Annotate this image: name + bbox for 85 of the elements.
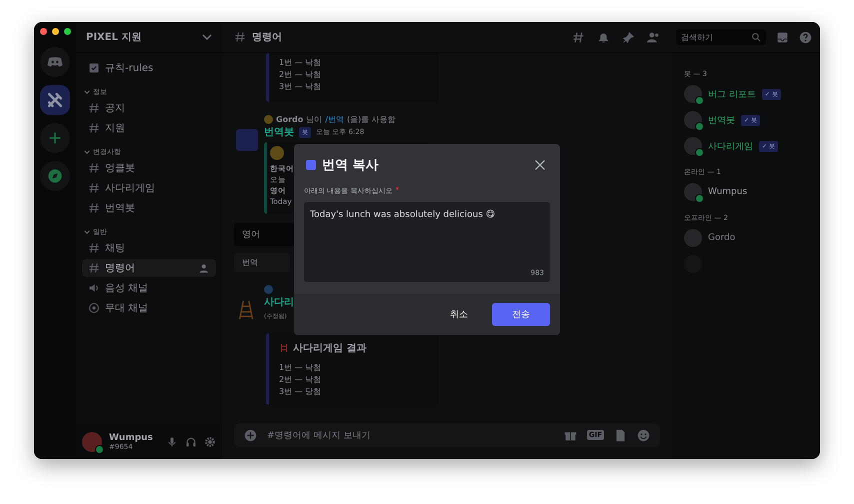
threads-icon[interactable] bbox=[572, 30, 585, 44]
bell-icon[interactable] bbox=[597, 30, 610, 44]
microphone-icon[interactable] bbox=[166, 436, 178, 448]
close-icon[interactable] bbox=[534, 159, 546, 171]
hash-icon bbox=[88, 122, 100, 134]
zoom-light-icon[interactable] bbox=[64, 28, 70, 35]
member-name[interactable]: 버그 리포트 bbox=[708, 88, 756, 100]
close-light-icon[interactable] bbox=[40, 28, 46, 35]
channel-item[interactable]: 지원 bbox=[82, 119, 216, 137]
chevron-icon[interactable] bbox=[84, 150, 90, 154]
channel-item[interactable]: 규칙-rules bbox=[82, 59, 216, 77]
chevron-icon[interactable] bbox=[84, 90, 90, 94]
channel-item[interactable]: 채팅 bbox=[82, 239, 216, 257]
add-member-icon[interactable] bbox=[199, 262, 210, 274]
command-link[interactable]: /번역 bbox=[325, 114, 344, 125]
avatar-icon bbox=[684, 137, 702, 155]
reply-text: 님이 bbox=[306, 114, 322, 125]
search-field[interactable]: 검색하기 bbox=[676, 29, 766, 45]
avatar-icon bbox=[684, 85, 702, 103]
reply-text: (을)를 사용함 bbox=[346, 114, 396, 125]
pin-icon[interactable] bbox=[622, 30, 635, 44]
channel-item[interactable]: 엉클봇 bbox=[82, 159, 216, 177]
chat-bubble-icon[interactable] bbox=[40, 47, 70, 77]
hash-icon bbox=[88, 182, 100, 194]
avatar-icon[interactable] bbox=[82, 432, 102, 452]
channel-item[interactable]: 무대 채널 bbox=[82, 299, 216, 317]
reply-user[interactable]: Gordo bbox=[276, 115, 304, 124]
embed-line: 3번 — 당첨 bbox=[279, 386, 322, 397]
translate-button[interactable]: 번역 bbox=[234, 253, 290, 272]
plus-icon[interactable] bbox=[244, 428, 257, 442]
compass-icon[interactable] bbox=[40, 161, 70, 191]
embed-title: 사다리게임 결과 bbox=[293, 342, 366, 355]
settings-icon[interactable] bbox=[204, 436, 216, 448]
hash-icon bbox=[88, 102, 100, 114]
embed-line: 2번 — 낙첨 bbox=[279, 69, 322, 80]
hash-icon bbox=[88, 202, 100, 214]
submit-button[interactable]: 전송 bbox=[492, 303, 550, 326]
search-icon bbox=[751, 32, 761, 42]
smiley-icon[interactable] bbox=[637, 428, 650, 442]
avatar-icon bbox=[684, 229, 702, 247]
translate-icon bbox=[236, 129, 258, 151]
user-name: Wumpus bbox=[109, 433, 154, 443]
ladder-icon bbox=[279, 343, 289, 353]
avatar-icon bbox=[684, 183, 702, 201]
hash-icon bbox=[88, 242, 100, 254]
headphones-icon[interactable] bbox=[185, 436, 197, 448]
embed-line: 3번 — 낙첨 bbox=[279, 81, 322, 92]
author-name[interactable]: 번역봇 bbox=[264, 125, 294, 139]
server-name[interactable]: PIXEL 지원 bbox=[86, 30, 142, 44]
help-icon[interactable] bbox=[799, 30, 812, 44]
chevron-icon[interactable] bbox=[84, 230, 90, 234]
member-name[interactable]: Gordo bbox=[708, 233, 736, 243]
tools-icon[interactable] bbox=[40, 85, 70, 115]
channel-item[interactable]: 음성 채널 bbox=[82, 279, 216, 297]
speaker-icon bbox=[88, 282, 100, 294]
avatar-icon bbox=[684, 111, 702, 129]
file-icon[interactable] bbox=[614, 428, 627, 442]
members-icon[interactable] bbox=[647, 30, 660, 44]
embed-line: 2번 — 낙첨 bbox=[279, 374, 322, 385]
modal-title: 번역 복사 bbox=[322, 157, 379, 174]
embed-line: 1번 — 낙첨 bbox=[279, 362, 322, 373]
broadcast-icon bbox=[88, 302, 100, 314]
translate-icon bbox=[306, 160, 316, 170]
checklist-icon bbox=[88, 62, 100, 74]
member-name[interactable]: 번역봇 bbox=[708, 114, 735, 126]
member-name[interactable]: Wumpus bbox=[708, 187, 748, 197]
channel-item[interactable]: 공지 bbox=[82, 99, 216, 117]
hash-icon bbox=[234, 31, 246, 43]
hash-icon bbox=[88, 262, 100, 274]
cancel-button[interactable]: 취소 bbox=[440, 302, 478, 327]
hash-icon bbox=[88, 162, 100, 174]
avatar-icon bbox=[264, 285, 273, 294]
plus-icon[interactable] bbox=[40, 123, 70, 153]
member-name[interactable]: 사다리게임 bbox=[708, 140, 753, 152]
channel-item[interactable]: 번역봇 bbox=[82, 199, 216, 217]
channel-title: 명령어 bbox=[252, 31, 282, 44]
emoji-icon bbox=[270, 146, 284, 160]
channel-item[interactable]: 명령어 bbox=[82, 259, 216, 277]
inbox-icon[interactable] bbox=[776, 30, 789, 44]
chevron-icon[interactable] bbox=[202, 34, 212, 40]
avatar-icon bbox=[264, 115, 273, 124]
embed-line: 1번 — 낙첨 bbox=[279, 57, 322, 68]
channel-item[interactable]: 사다리게임 bbox=[82, 179, 216, 197]
author-name[interactable]: 사다리 bbox=[264, 295, 294, 309]
minimize-light-icon[interactable] bbox=[52, 28, 58, 35]
